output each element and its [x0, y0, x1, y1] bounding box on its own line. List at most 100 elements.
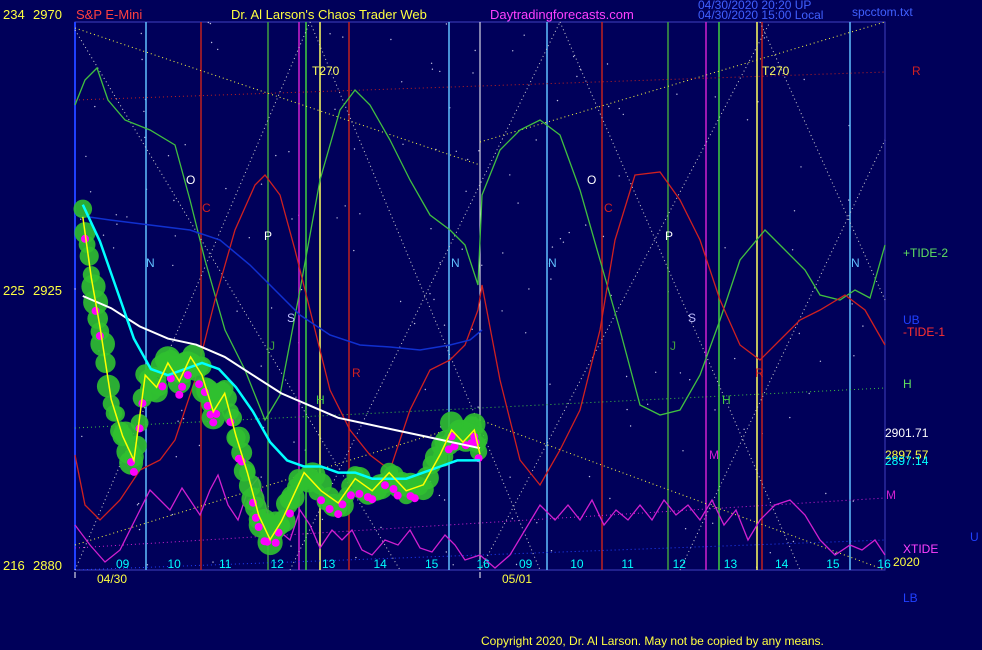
star-dot	[517, 202, 519, 204]
label-n-4: N	[851, 256, 860, 270]
star-dot	[138, 528, 141, 531]
star-dot	[625, 375, 628, 378]
star-dot	[141, 58, 143, 61]
label-h-1: H	[316, 393, 325, 407]
star-dot	[225, 187, 227, 190]
star-dot	[608, 105, 610, 108]
star-dot	[734, 357, 736, 360]
hour-label: 10	[168, 557, 182, 571]
star-dot	[390, 38, 392, 41]
star-dot	[798, 332, 800, 335]
hour-label: 13	[322, 557, 336, 571]
star-dot	[618, 175, 620, 177]
magenta-dot	[325, 505, 334, 513]
star-dot	[851, 303, 853, 305]
symbol-label: S&P E-Mini	[76, 7, 142, 22]
stamp-2: 04/30/2020 15:00 Local	[698, 8, 823, 22]
star-dot	[793, 210, 796, 212]
star-dot	[112, 247, 115, 249]
star-dot	[515, 563, 518, 566]
star-dot	[172, 264, 174, 267]
star-dot	[143, 110, 145, 113]
star-dot	[430, 228, 432, 230]
star-dot	[800, 166, 802, 168]
star-dot	[502, 252, 504, 254]
star-dot	[862, 325, 864, 327]
label-j-2: J	[670, 339, 676, 353]
left-price-low: 2880	[33, 558, 62, 573]
star-dot	[825, 492, 827, 495]
magenta-dot	[254, 523, 263, 531]
label-n-1: N	[146, 256, 155, 270]
magenta-dot	[195, 380, 204, 389]
star-dot	[562, 241, 565, 243]
star-dot	[115, 214, 118, 216]
right-label-xtide: XTIDE	[903, 542, 938, 556]
star-dot	[207, 21, 209, 24]
star-dot	[622, 113, 624, 116]
label-r-1: R	[352, 366, 361, 380]
star-dot	[270, 307, 273, 309]
magenta-dot	[381, 481, 389, 490]
star-dot	[413, 322, 416, 325]
star-dot	[198, 444, 201, 447]
magenta-dot	[410, 494, 419, 503]
star-dot	[344, 205, 346, 207]
left-scale-mid: 225	[3, 283, 25, 298]
label-n-3: N	[548, 256, 557, 270]
star-dot	[763, 37, 766, 39]
star-dot	[853, 355, 855, 357]
hour-label: 09	[519, 557, 533, 571]
star-dot	[455, 150, 457, 152]
magenta-dot	[368, 495, 377, 504]
star-dot	[679, 372, 682, 374]
magenta-dot	[178, 382, 187, 391]
hour-label: 11	[219, 557, 232, 571]
star-dot	[588, 475, 591, 478]
star-dot	[300, 288, 303, 291]
magenta-dot	[135, 424, 144, 433]
star-dot	[474, 49, 476, 52]
magenta-dot	[355, 489, 364, 498]
star-dot	[511, 517, 513, 520]
magenta-dot	[317, 496, 326, 505]
star-dot	[140, 32, 142, 35]
star-dot	[550, 278, 552, 280]
magenta-dot	[158, 382, 167, 391]
star-dot	[536, 522, 538, 524]
star-dot	[445, 551, 447, 553]
star-dot	[618, 107, 620, 110]
star-dot	[682, 450, 684, 452]
star-dot	[209, 22, 212, 25]
star-dot	[789, 416, 791, 419]
label-n-2: N	[451, 256, 460, 270]
star-dot	[94, 105, 96, 108]
label-c-1: C	[202, 201, 211, 215]
star-dot	[791, 249, 794, 251]
star-dot	[551, 246, 554, 248]
chart-title: Dr. Al Larson's Chaos Trader Web	[231, 7, 427, 22]
star-dot	[210, 41, 213, 44]
magenta-dot	[209, 418, 218, 427]
label-r-2: R	[755, 366, 764, 380]
star-dot	[174, 235, 176, 237]
left-scale-top: 234	[3, 7, 25, 22]
magenta-dot	[183, 371, 192, 380]
star-dot	[359, 213, 361, 215]
star-dot	[556, 99, 559, 102]
star-dot	[175, 456, 177, 458]
star-dot	[550, 550, 553, 552]
star-dot	[291, 218, 293, 220]
star-dot	[85, 155, 87, 158]
right-label-lb: LB	[903, 591, 918, 605]
star-dot	[609, 497, 611, 500]
star-dot	[217, 48, 219, 51]
star-dot	[342, 36, 344, 38]
star-dot	[293, 441, 295, 443]
star-dot	[512, 50, 514, 52]
star-dot	[260, 183, 263, 185]
star-dot	[260, 476, 262, 478]
label-p-2: P	[665, 229, 673, 243]
hour-label: 10	[570, 557, 584, 571]
star-dot	[236, 310, 238, 312]
